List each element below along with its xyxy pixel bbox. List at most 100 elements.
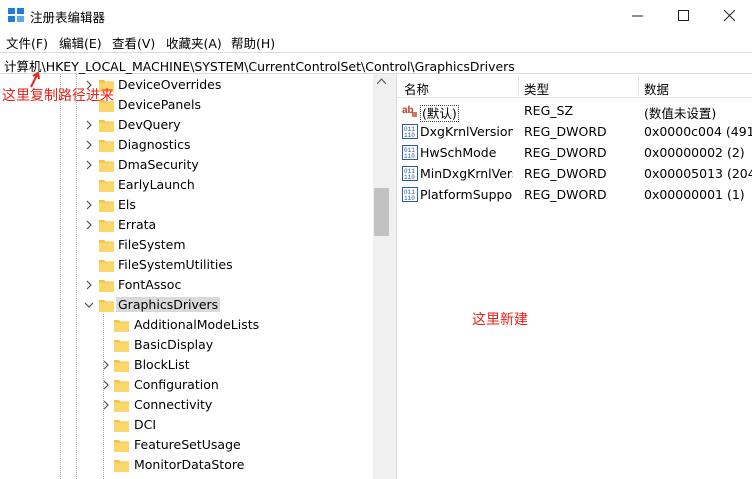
menu-edit[interactable]: 编辑(E) xyxy=(59,33,102,52)
column-separator[interactable] xyxy=(638,76,639,96)
column-separator[interactable] xyxy=(518,76,519,96)
tree-item[interactable]: Connectivity xyxy=(0,395,373,415)
value-list[interactable]: 名称 类型 数据 ab (默认) REG_SZ (数值未设置) 011 110 DxgKrn… xyxy=(397,74,752,479)
menu-help[interactable]: 帮助(H) xyxy=(231,33,275,52)
tree-item-label: Configuration xyxy=(134,377,219,392)
tree-item-label: DevQuery xyxy=(118,117,181,132)
value-data: 0x00005013 (20499) xyxy=(644,166,752,181)
default-value-name: (默认) xyxy=(420,105,459,122)
value-data: 0x00000002 (2) xyxy=(644,145,745,160)
column-name-header[interactable]: 名称 xyxy=(404,79,429,98)
tree-item-label: Diagnostics xyxy=(118,137,191,152)
tree-item-label: GraphicsDrivers xyxy=(116,297,221,312)
folder-icon xyxy=(99,300,114,312)
value-data: 0x0000c004 (49156) xyxy=(644,124,752,139)
chevron-right-icon[interactable] xyxy=(101,399,111,411)
chevron-right-icon[interactable] xyxy=(84,139,94,151)
tree-item-label: DevicePanels xyxy=(118,97,201,112)
menu-file[interactable]: 文件(F) xyxy=(6,33,48,52)
key-tree[interactable]: DeviceOverrides DevicePanels DevQuery Diagn… xyxy=(0,74,373,479)
tree-scrollbar[interactable] xyxy=(373,74,390,479)
list-row[interactable]: ab (默认) REG_SZ (数值未设置) xyxy=(397,100,752,122)
tree-item[interactable]: Errata xyxy=(0,215,373,235)
value-type: REG_DWORD xyxy=(524,124,607,139)
folder-icon xyxy=(114,460,129,472)
folder-icon xyxy=(114,360,129,372)
tree-item-label: BlockList xyxy=(134,357,190,372)
chevron-down-icon[interactable] xyxy=(84,299,94,311)
annotation-copy-path: 这里复制路径进来 xyxy=(2,88,114,104)
chevron-right-icon[interactable] xyxy=(84,279,94,291)
tree-item-label: FileSystem xyxy=(118,237,186,252)
annotation-arrow-icon xyxy=(30,72,40,88)
tree-item[interactable]: AdditionalModeLists xyxy=(0,315,373,335)
folder-icon xyxy=(114,400,129,412)
tree-item[interactable]: FileSystem xyxy=(0,235,373,255)
chevron-right-icon[interactable] xyxy=(101,359,111,371)
minimize-button[interactable] xyxy=(614,0,660,30)
chevron-right-icon[interactable] xyxy=(84,119,94,131)
tree-item[interactable]: BlockList xyxy=(0,355,373,375)
value-type: REG_DWORD xyxy=(524,187,607,202)
list-row[interactable]: 011110PlatformSupportMiracast REG_DWORD 0x… xyxy=(397,184,752,205)
tree-item-label: BasicDisplay xyxy=(134,337,214,352)
value-data: 0x00000001 (1) xyxy=(644,187,745,202)
column-type-header[interactable]: 类型 xyxy=(524,79,549,98)
tree-item-label: Errata xyxy=(118,217,157,232)
list-row[interactable]: 011 110 DxgKrnlVersion REG_DWORD 0x0000c004 … xyxy=(397,121,752,142)
value-type: REG_DWORD xyxy=(524,145,607,160)
tree-item[interactable]: EarlyLaunch xyxy=(0,175,373,195)
tree-item[interactable]: Els xyxy=(0,195,373,215)
tree-item[interactable]: Configuration xyxy=(0,375,373,395)
chevron-right-icon[interactable] xyxy=(84,159,94,171)
svg-text:110: 110 xyxy=(404,132,415,139)
folder-icon xyxy=(99,240,114,252)
folder-icon xyxy=(99,220,114,232)
tree-item[interactable]: DmaSecurity xyxy=(0,155,373,175)
folder-icon xyxy=(99,180,114,192)
minimize-icon xyxy=(631,15,643,16)
svg-text:110: 110 xyxy=(404,153,415,160)
maximize-button[interactable] xyxy=(660,0,706,30)
tree-item[interactable]: BasicDisplay xyxy=(0,335,373,355)
tree-item-label: FileSystemUtilities xyxy=(118,257,233,272)
address-bar[interactable]: 计算机\HKEY_LOCAL_MACHINE\SYSTEM\CurrentCon… xyxy=(0,52,752,74)
tree-item[interactable]: GraphicsDrivers xyxy=(0,295,373,315)
value-name: HwSchMode xyxy=(420,145,497,160)
chevron-right-icon[interactable] xyxy=(84,199,94,211)
value-data: (数值未设置) xyxy=(644,106,717,121)
maximize-icon xyxy=(677,9,689,21)
registry-editor-icon xyxy=(8,8,24,22)
svg-text:110: 110 xyxy=(404,195,415,202)
tree-item-label: FeatureSetUsage xyxy=(134,437,241,452)
tree-item[interactable]: MonitorDataStore xyxy=(0,455,373,475)
chevron-right-icon[interactable] xyxy=(84,219,94,231)
address-path[interactable]: 计算机\HKEY_LOCAL_MACHINE\SYSTEM\CurrentCon… xyxy=(4,56,515,75)
scrollbar-thumb[interactable] xyxy=(374,188,389,236)
list-row[interactable]: 011110MinDxgKrnlVersion REG_DWORD 0x000050… xyxy=(397,163,752,184)
value-type: REG_SZ xyxy=(524,103,574,118)
tree-item-label: DmaSecurity xyxy=(118,157,199,172)
folder-icon xyxy=(99,140,114,152)
menu-view[interactable]: 查看(V) xyxy=(112,33,155,52)
folder-icon xyxy=(114,440,129,452)
tree-item-label: Connectivity xyxy=(134,397,213,412)
menu-favorites[interactable]: 收藏夹(A) xyxy=(166,33,222,52)
column-data-header[interactable]: 数据 xyxy=(644,79,669,98)
scroll-up-arrow-icon[interactable] xyxy=(377,78,386,84)
tree-item[interactable]: DCI xyxy=(0,415,373,435)
tree-item[interactable]: FileSystemUtilities xyxy=(0,255,373,275)
folder-icon xyxy=(114,380,129,392)
tree-item[interactable]: DevQuery xyxy=(0,115,373,135)
folder-icon xyxy=(99,280,114,292)
tree-item[interactable]: FontAssoc xyxy=(0,275,373,295)
pane-splitter[interactable] xyxy=(390,74,397,479)
list-row[interactable]: 011 110 HwSchMode REG_DWORD 0x00000002 (2) xyxy=(397,142,752,163)
tree-item[interactable]: Diagnostics xyxy=(0,135,373,155)
chevron-right-icon[interactable] xyxy=(101,379,111,391)
close-button[interactable] xyxy=(706,0,752,30)
tree-item-label: Els xyxy=(118,197,136,212)
value-name: PlatformSupportMiracast xyxy=(420,187,513,202)
dword-value-icon: 011110 xyxy=(402,145,418,160)
tree-item[interactable]: FeatureSetUsage xyxy=(0,435,373,455)
